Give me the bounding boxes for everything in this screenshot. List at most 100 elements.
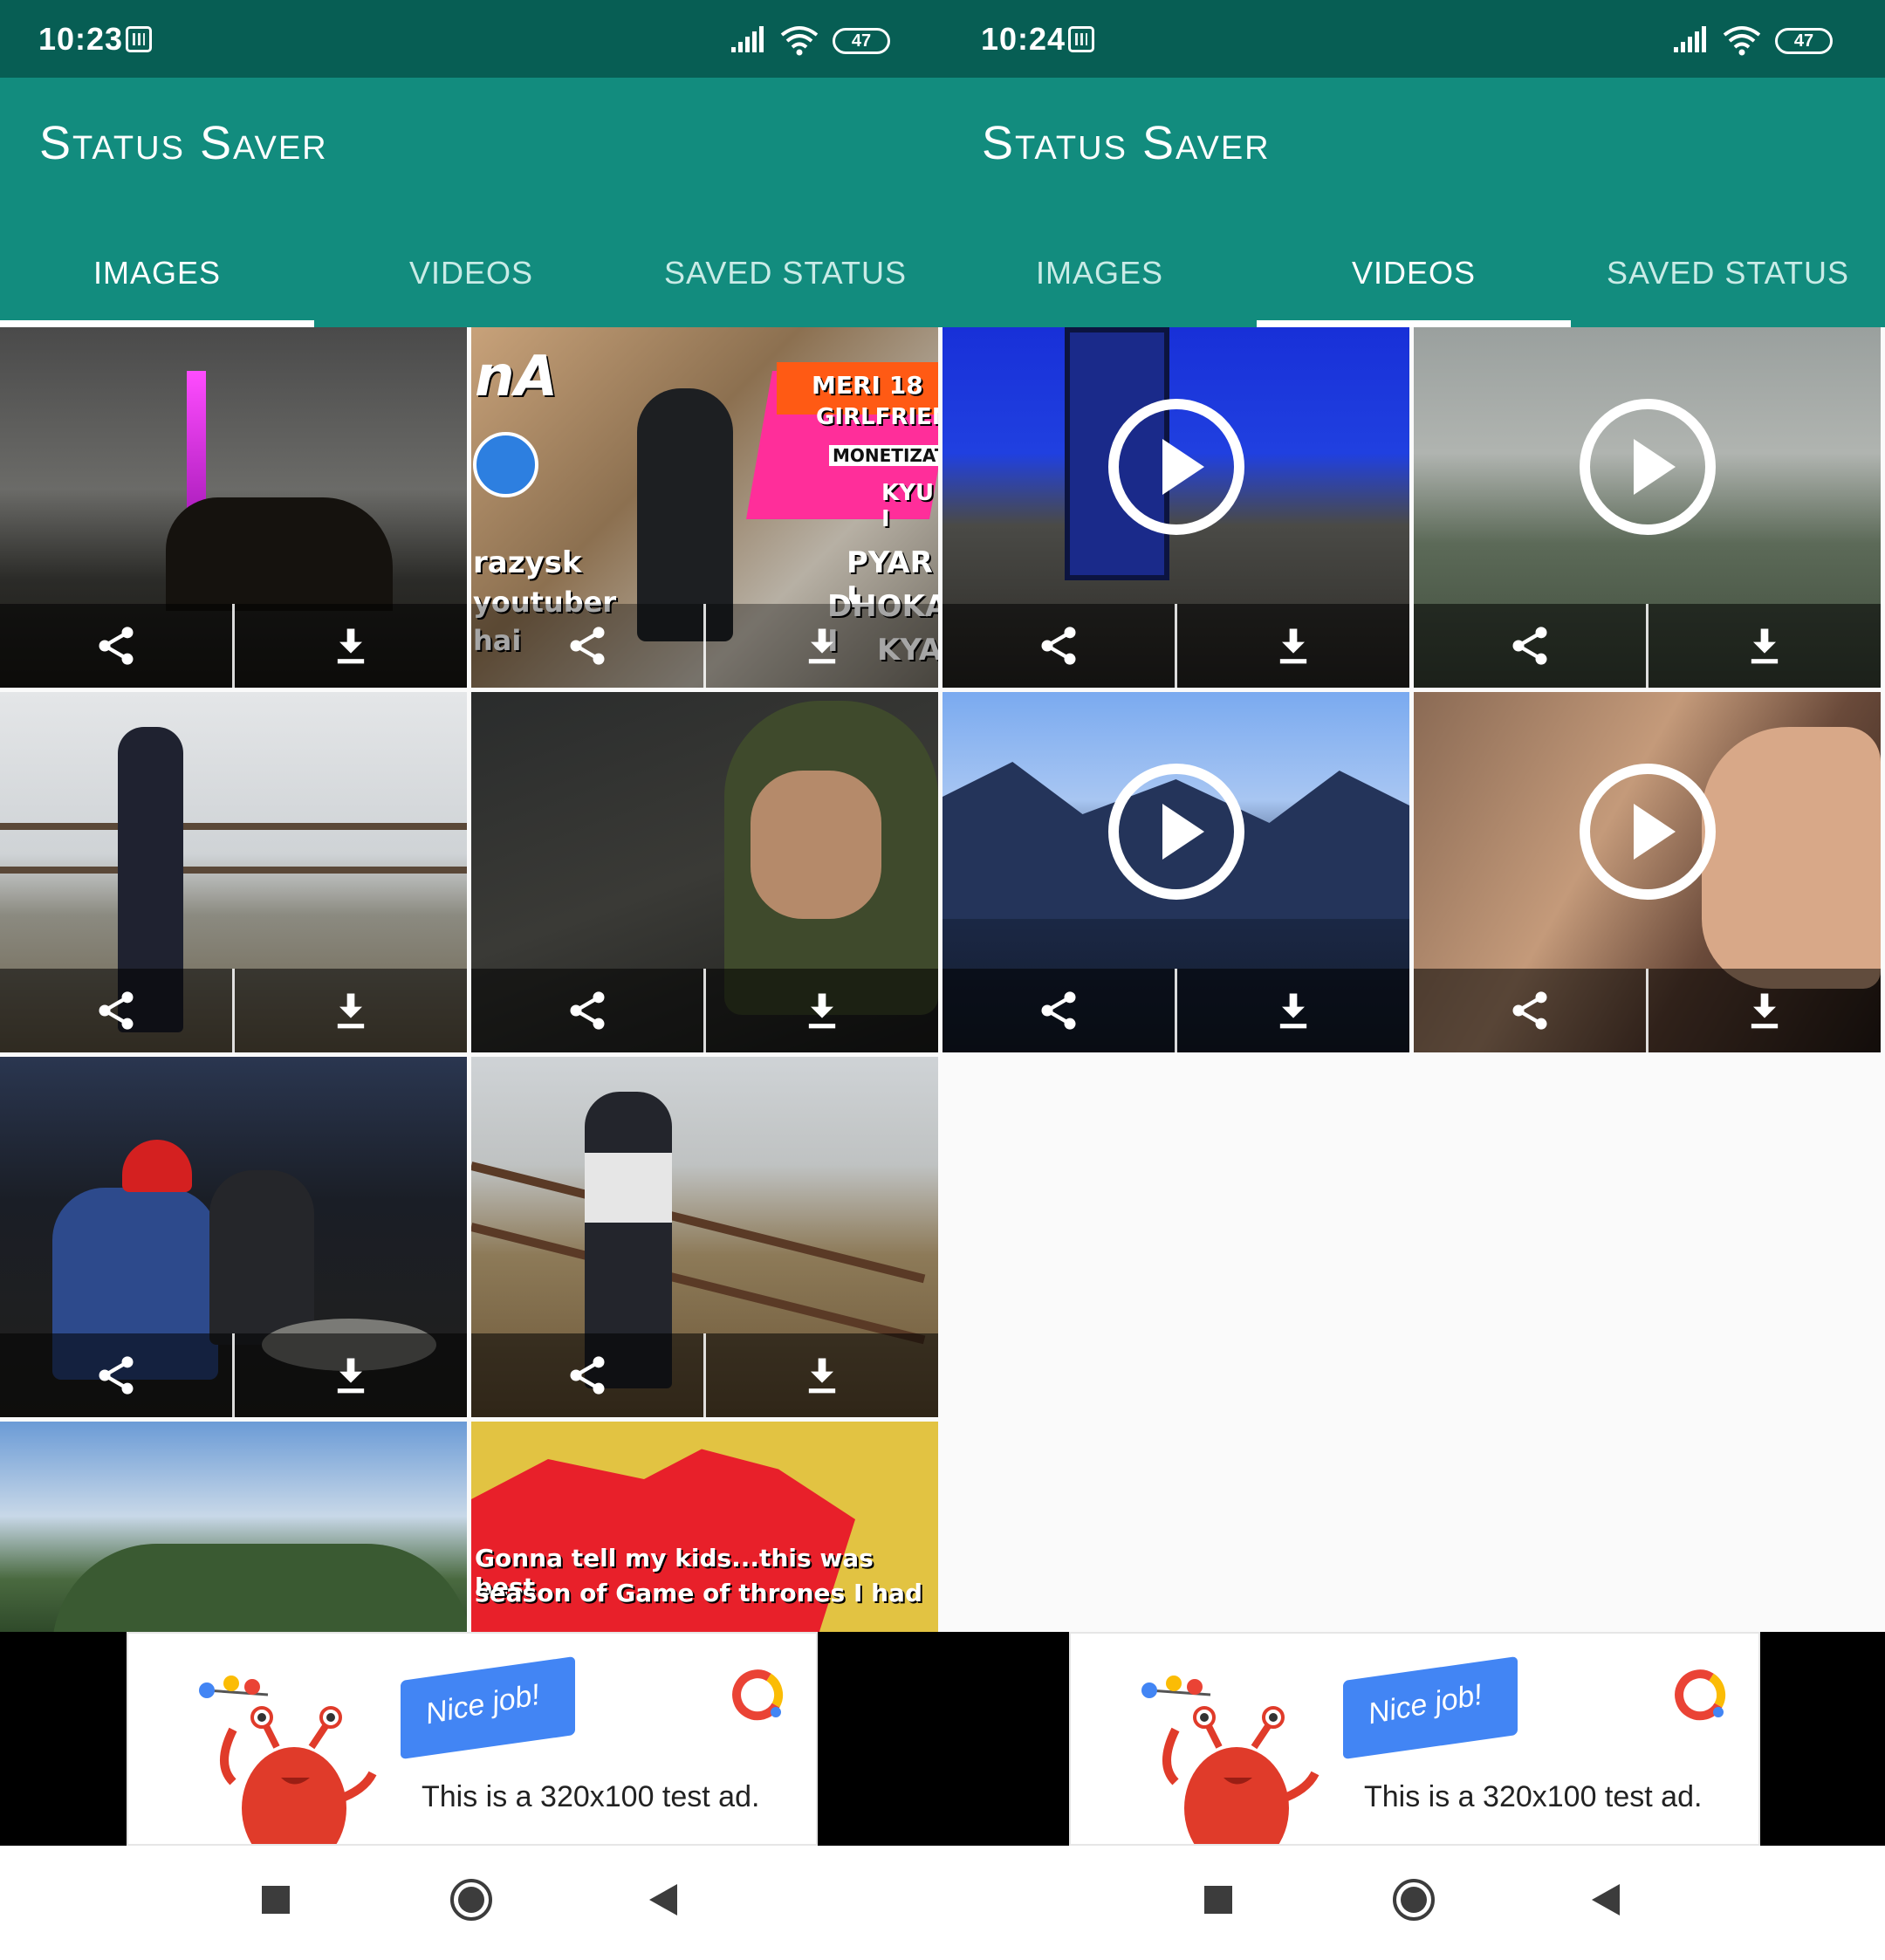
download-icon [1279,993,1307,1029]
share-button[interactable] [471,604,706,688]
download-icon [337,993,365,1029]
battery-indicator: 47 [833,28,890,54]
share-button[interactable] [471,969,706,1052]
back-button[interactable] [637,1874,689,1926]
download-button[interactable] [1177,969,1409,1052]
tile-action-bar [942,969,1409,1052]
status-video-tile[interactable] [942,692,1409,1052]
ad-text: This is a 320x100 test ad. [422,1780,760,1813]
ad-text: This is a 320x100 test ad. [1364,1780,1703,1813]
status-image-tile[interactable] [0,327,467,688]
share-button[interactable] [0,604,235,688]
monster-mascot-icon [1141,1676,1320,1844]
thumbnail-text: GIRLFRIEN [816,404,938,430]
download-button[interactable] [1177,604,1409,688]
share-button[interactable] [471,1333,706,1417]
download-icon [808,628,836,664]
home-button[interactable] [445,1874,497,1926]
download-button[interactable] [235,604,467,688]
wifi-icon [780,26,819,56]
status-image-tile[interactable] [471,1057,938,1417]
share-button[interactable] [942,604,1177,688]
monster-mascot-icon [199,1676,377,1844]
notification-icon [126,26,152,52]
download-button[interactable] [706,969,938,1052]
download-icon [808,993,836,1029]
tab-bar: IMAGES VIDEOS SAVED STATUS [942,228,1885,327]
share-button[interactable] [0,1333,235,1417]
share-button[interactable] [1414,969,1649,1052]
share-button[interactable] [0,969,235,1052]
download-icon [337,628,365,664]
tab-images[interactable]: IMAGES [0,228,314,327]
status-video-tile[interactable] [1414,692,1881,1052]
download-button[interactable] [706,604,938,688]
share-button[interactable] [942,969,1177,1052]
download-button[interactable] [235,969,467,1052]
status-video-tile[interactable] [1414,327,1881,688]
tab-images[interactable]: IMAGES [942,228,1257,327]
tile-action-bar [471,604,938,688]
tab-videos[interactable]: VIDEOS [314,228,628,327]
app-bar: Status Saver IMAGES VIDEOS SAVED STATUS [942,78,1885,327]
status-image-tile[interactable] [0,1422,467,1632]
thumbnail-text: nA [475,345,559,409]
status-image[interactable] [0,1422,467,1632]
tile-action-bar [0,1333,467,1417]
share-button[interactable] [1414,604,1649,688]
recents-button[interactable] [1192,1874,1244,1926]
status-video-tile[interactable] [942,327,1409,688]
back-icon [1592,1884,1620,1915]
thumbnail-text: razysk [473,545,582,580]
test-ad[interactable]: Nice job! This is a 320x100 test ad. [127,1632,818,1846]
tile-action-bar [0,969,467,1052]
thumbnail-text: MONETIZATIO [829,445,938,466]
screen-videos: 10:24 47 Status Saver IMAGES VIDEOS SAVE… [942,0,1885,1960]
play-icon[interactable] [1107,762,1246,901]
status-image-tile[interactable]: nA razysk youtuber hai MERI 18 GIRLFRIEN… [471,327,938,688]
status-bar: 10:23 47 [0,0,942,78]
play-icon[interactable] [1578,397,1717,537]
download-icon [1751,993,1779,1029]
share-icon [570,991,605,1030]
tab-saved-status[interactable]: SAVED STATUS [628,228,942,327]
home-button[interactable] [1388,1874,1440,1926]
download-button[interactable] [706,1333,938,1417]
tile-action-bar [471,1333,938,1417]
back-icon [649,1884,677,1915]
recents-button[interactable] [250,1874,302,1926]
battery-indicator: 47 [1775,28,1833,54]
status-time: 10:23 [38,21,124,57]
share-icon [1512,627,1547,665]
back-button[interactable] [1580,1874,1632,1926]
thumbnail-text: season of Game of thrones I had [475,1579,922,1607]
tab-videos[interactable]: VIDEOS [1257,228,1571,327]
share-icon [99,1356,134,1395]
download-button[interactable] [235,1333,467,1417]
thumbnail-text: MERI 18 [812,371,923,400]
thumbnail-text: KYU I [881,480,935,532]
ad-logo-icon [732,1669,784,1721]
status-image-tile[interactable] [0,692,467,1052]
download-button[interactable] [1649,969,1881,1052]
status-bar: 10:24 47 [942,0,1885,78]
download-button[interactable] [1649,604,1881,688]
status-image-tile[interactable] [0,1057,467,1417]
home-icon [1393,1879,1435,1921]
status-image-tile[interactable] [471,692,938,1052]
share-icon [570,627,605,665]
play-icon[interactable] [1578,762,1717,901]
share-icon [99,627,134,665]
ad-banner-area: Nice job! This is a 320x100 test ad. [942,1632,1885,1846]
tab-bar: IMAGES VIDEOS SAVED STATUS [0,228,942,327]
home-icon [450,1879,492,1921]
navigation-bar [942,1846,1885,1960]
signal-icon [1674,26,1706,52]
images-grid: nA razysk youtuber hai MERI 18 GIRLFRIEN… [0,327,942,1632]
play-icon[interactable] [1107,397,1246,537]
tab-saved-status[interactable]: SAVED STATUS [1571,228,1885,327]
tile-action-bar [471,969,938,1052]
screen-images: 10:23 47 Status Saver IMAGES VIDEOS SAVE… [0,0,942,1960]
test-ad[interactable]: Nice job! This is a 320x100 test ad. [1069,1632,1760,1846]
status-image-tile[interactable]: Gonna tell my kids...this was best seaso… [471,1422,938,1632]
